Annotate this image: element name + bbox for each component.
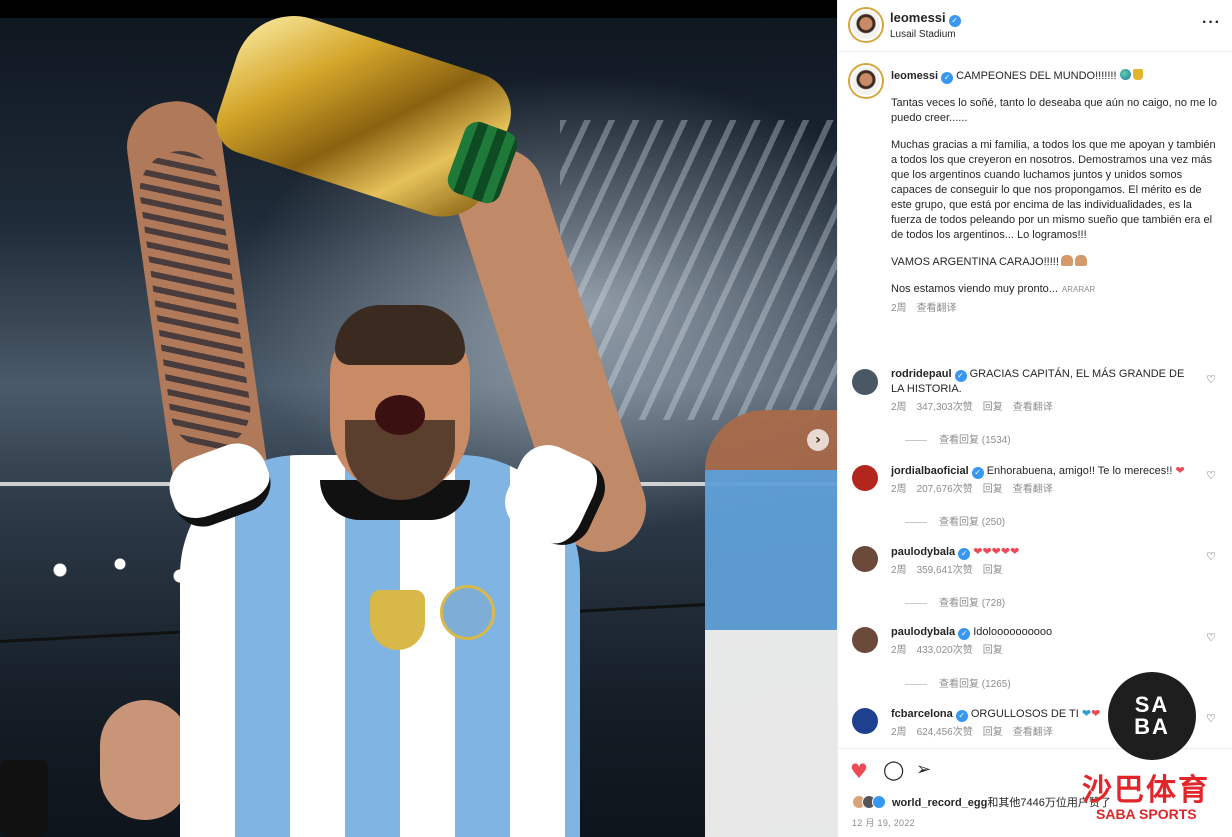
comment-text: ORGULLOSOS DE TI	[970, 708, 1079, 720]
view-replies-button[interactable]: 查看回复 (728)	[905, 594, 1005, 609]
caption-title: CAMPEONES DEL MUNDO!!!!!!!	[956, 70, 1117, 82]
watermark-logo-bottom: BA	[1134, 714, 1170, 739]
comment-reply-button[interactable]: 回复	[983, 484, 1003, 495]
comment-reply-button[interactable]: 回复	[983, 565, 1003, 576]
post-photo[interactable]: ›	[0, 0, 837, 837]
comment-translate-link[interactable]: 查看翻译	[1013, 727, 1053, 738]
comment-likes[interactable]: 207,676次赞	[917, 484, 973, 495]
comment-reply-button[interactable]: 回复	[983, 645, 1003, 656]
comment-like-heart-icon[interactable]: ♡	[1206, 712, 1216, 725]
watermark-english: SABA SPORTS	[1096, 806, 1197, 822]
comment-like-heart-icon[interactable]: ♡	[1206, 469, 1216, 482]
verified-badge-icon: ✓	[954, 369, 967, 382]
caption-paragraph-1: Tantas veces lo soñé, tanto lo deseaba q…	[891, 97, 1217, 124]
crowd-phone	[0, 760, 48, 837]
watermark-chinese: 沙巴体育	[1082, 773, 1210, 808]
saba-logo-watermark: SA BA	[1108, 672, 1196, 760]
caption-paragraph-3: VAMOS ARGENTINA CARAJO!!!!!	[891, 256, 1059, 268]
commenter-username[interactable]: fcbarcelona	[891, 708, 953, 720]
player-hair	[335, 305, 465, 365]
caption-translate-link[interactable]: 查看翻译	[917, 303, 957, 314]
commenter-avatar[interactable]	[852, 465, 878, 491]
verified-badge-icon: ✓	[958, 627, 971, 640]
hands-emoji-icon	[1074, 255, 1087, 266]
comment-like-heart-icon[interactable]: ♡	[1206, 631, 1216, 644]
comment-time[interactable]: 2周	[891, 645, 907, 656]
hands-emoji-icon	[1060, 255, 1073, 266]
comment-reply-button[interactable]: 回复	[983, 727, 1003, 738]
comment-likes[interactable]: 347,303次赞	[917, 402, 973, 413]
post-date: 12 月 19, 2022	[852, 818, 915, 828]
commenter-avatar[interactable]	[852, 627, 878, 653]
liker-avatar	[872, 795, 886, 809]
fifa-badge	[370, 590, 425, 650]
verified-badge-icon: ✓	[971, 466, 984, 479]
caption-avatar[interactable]	[850, 65, 882, 97]
crowd-hand	[100, 700, 190, 820]
caption-meta: 2周 查看翻译	[891, 301, 1221, 316]
comment-text: Idoloooooooooo	[973, 626, 1053, 638]
verified-badge-icon: ✓	[958, 547, 971, 560]
commenter-avatar[interactable]	[852, 708, 878, 734]
comment-item: rodridepaul ✓ GRACIAS CAPITÁN, EL MÁS GRA…	[850, 367, 1222, 447]
comments-scroll-area[interactable]: leomessi ✓ CAMPEONES DEL MUNDO!!!!!!! Tan…	[838, 53, 1232, 748]
heart-icon[interactable]: ♥	[850, 759, 868, 783]
comment-reply-button[interactable]: 回复	[983, 402, 1003, 413]
comment-likes[interactable]: 624,456次赞	[917, 727, 973, 738]
comment-translate-link[interactable]: 查看翻译	[1013, 402, 1053, 413]
post-location[interactable]: Lusail Stadium	[890, 29, 956, 40]
watermark-logo-top: SA	[1134, 692, 1170, 717]
comment-time[interactable]: 2周	[891, 484, 907, 495]
likes-summary[interactable]: world_record_egg和其他7446万位用户赞了	[852, 794, 1111, 810]
globe-emoji-icon	[1119, 69, 1131, 80]
comment-item: paulodybala ✓ ❤❤❤❤❤ 2周 359,641次赞 回复 ♡ 查看回复 …	[850, 544, 1222, 619]
view-replies-button[interactable]: 查看回复 (1534)	[905, 431, 1011, 446]
caption-paragraph-4: Nos estamos viendo muy pronto...	[891, 283, 1058, 295]
afa-crest	[440, 585, 495, 640]
commenter-username[interactable]: paulodybala	[891, 626, 955, 638]
verified-badge-icon: ✓	[948, 14, 961, 27]
view-replies-button[interactable]: 查看回复 (1265)	[905, 675, 1011, 690]
background-player	[705, 410, 837, 837]
photo-top-bar	[0, 0, 837, 18]
liker-username[interactable]: world_record_egg	[892, 797, 987, 809]
comment-item: jordialbaoficial ✓ Enhorabuena, amigo!! T…	[850, 463, 1222, 538]
blue-heart-emoji: ❤	[1081, 707, 1092, 720]
commenter-username[interactable]: paulodybala	[891, 546, 955, 558]
caption-tag: ARARAR	[1061, 285, 1096, 294]
chevron-right-icon: ›	[815, 432, 821, 448]
commenter-username[interactable]: rodridepaul	[891, 368, 952, 380]
red-hearts-emoji: ❤❤❤❤❤	[973, 545, 1020, 558]
commenter-username[interactable]: jordialbaoficial	[891, 465, 969, 477]
red-heart-emoji: ❤	[1091, 707, 1101, 720]
comment-like-heart-icon[interactable]: ♡	[1206, 373, 1216, 386]
comment-likes[interactable]: 359,641次赞	[917, 565, 973, 576]
author-username[interactable]: leomessi	[890, 10, 946, 25]
comment-likes[interactable]: 433,020次赞	[917, 645, 973, 656]
caption-username[interactable]: leomessi	[891, 70, 938, 82]
comment-time[interactable]: 2周	[891, 727, 907, 738]
view-replies-button[interactable]: 查看回复 (250)	[905, 513, 1005, 528]
comment-text: Enhorabuena, amigo!! Te lo mereces!!	[986, 465, 1173, 477]
more-options-icon[interactable]: ···	[1202, 14, 1221, 32]
trophy-emoji-icon	[1132, 69, 1143, 80]
player-mouth	[375, 395, 425, 435]
verified-badge-icon: ✓	[955, 709, 968, 722]
send-icon[interactable]: ➢	[916, 759, 931, 780]
verified-badge-icon: ✓	[941, 71, 954, 84]
commenter-avatar[interactable]	[852, 546, 878, 572]
commenter-avatar[interactable]	[852, 369, 878, 395]
comment-translate-link[interactable]: 查看翻译	[1013, 484, 1053, 495]
comment-like-heart-icon[interactable]: ♡	[1206, 550, 1216, 563]
caption-time[interactable]: 2周	[891, 303, 907, 314]
red-heart-emoji: ❤	[1175, 464, 1185, 477]
comment-time[interactable]: 2周	[891, 402, 907, 413]
comment-time[interactable]: 2周	[891, 565, 907, 576]
author-avatar[interactable]	[850, 9, 882, 41]
caption-paragraph-2: Muchas gracias a mi familia, a todos los…	[891, 139, 1216, 241]
comment-icon[interactable]: ◯	[883, 759, 904, 781]
next-photo-button[interactable]: ›	[807, 429, 829, 451]
post-header: leomessi ✓ Lusail Stadium ···	[838, 0, 1232, 52]
